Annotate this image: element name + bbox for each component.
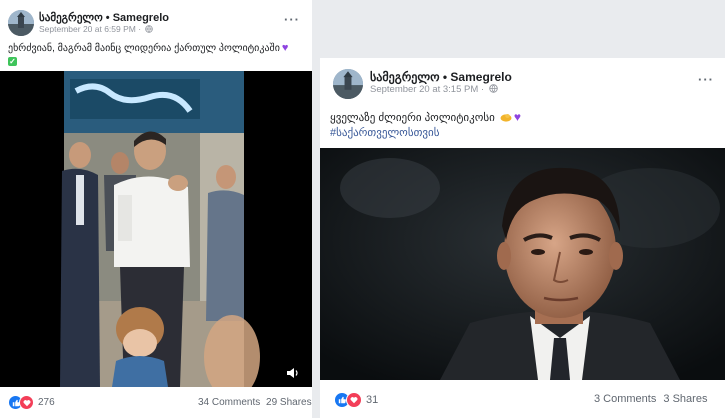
post-message-text: ყველაზე ძლიერი პოლიტიკოსი <box>330 112 495 124</box>
post-timestamp[interactable]: September 20 at 6:59 PM · <box>39 24 154 34</box>
purple-heart-emoji: ♥ <box>513 110 522 124</box>
post-message: ყველაზე ძლიერი პოლიტიკოსი ♥ <box>330 110 521 124</box>
globe-icon <box>145 25 154 33</box>
more-options-icon[interactable]: ··· <box>284 12 300 27</box>
more-options-icon[interactable]: ··· <box>698 72 714 87</box>
page-avatar[interactable] <box>8 10 34 36</box>
shares-count-link[interactable]: 29 Shares <box>266 397 312 408</box>
flexed-biceps-emoji <box>500 114 512 122</box>
comments-count-link[interactable]: 3 Comments <box>594 393 656 405</box>
engagement-stats: 34 Comments 29 Shares <box>198 397 312 408</box>
reactions-summary[interactable]: 31 <box>334 392 378 408</box>
love-reaction-icon <box>19 395 34 410</box>
reaction-count: 276 <box>38 397 55 408</box>
reactions-summary[interactable]: 276 <box>8 395 55 410</box>
post-message: ეხრძვიან, მაგრამ მაინც ლიდერია ქართულ პო… <box>8 42 288 54</box>
reaction-count: 31 <box>366 394 379 406</box>
hashtag-link[interactable]: #საქართველოსთვის <box>330 126 439 139</box>
comments-count-link[interactable]: 34 Comments <box>198 397 260 408</box>
page-name-link[interactable]: სამეგრელო • Samegrelo <box>370 70 512 84</box>
page-avatar[interactable] <box>333 69 363 99</box>
post-card: სამეგრელო • Samegrelo September 20 at 6:… <box>0 0 312 418</box>
timestamp-text[interactable]: September 20 at 6:59 PM <box>39 24 136 34</box>
purple-heart-emoji: ♥ <box>281 42 289 54</box>
check-mark-emoji: ✓ <box>8 57 17 66</box>
timestamp-text[interactable]: September 20 at 3:15 PM <box>370 84 478 95</box>
post-video[interactable] <box>0 71 312 387</box>
globe-icon <box>488 84 498 93</box>
volume-icon[interactable] <box>286 367 300 379</box>
post-message-text: ეხრძვიან, მაგრამ მაინც ლიდერია ქართულ პო… <box>8 43 280 54</box>
engagement-stats: 3 Comments 3 Shares <box>594 393 707 405</box>
post-timestamp[interactable]: September 20 at 3:15 PM · <box>370 84 498 95</box>
love-reaction-icon <box>346 392 362 408</box>
page-name-link[interactable]: სამეგრელო • Samegrelo <box>39 11 169 24</box>
post-photo[interactable] <box>320 148 725 380</box>
shares-count-link[interactable]: 3 Shares <box>663 393 707 405</box>
post-card: სამეგრელო • Samegrelo September 20 at 3:… <box>320 58 725 418</box>
